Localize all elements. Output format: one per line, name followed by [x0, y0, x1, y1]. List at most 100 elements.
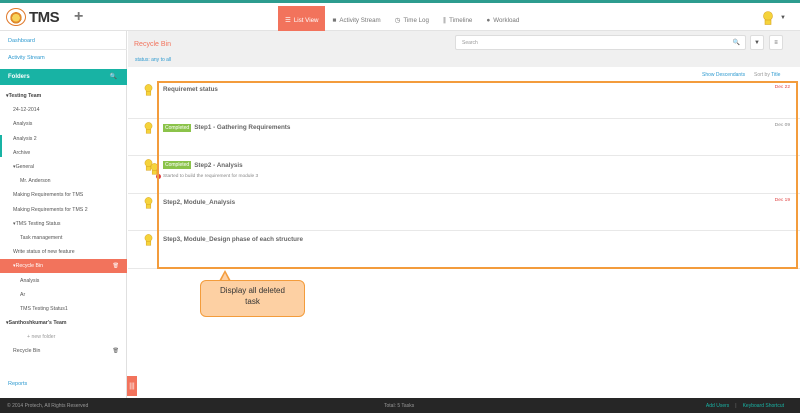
view-tabs: ☰ List View ■ Activity Stream ◷ Time Log ∥ Time… [278, 6, 526, 34]
sidebar-item-task-management[interactable]: Task management [0, 231, 127, 245]
status-filter[interactable]: status: any to all [135, 57, 171, 63]
search-input[interactable]: Search 🔍 [455, 35, 746, 50]
sidebar-item-write-status-of-new-feature[interactable]: Write status of new feature [0, 245, 127, 259]
main-header: Recycle Bin status: any to all Search 🔍 … [128, 31, 800, 67]
chat-icon: ■ [332, 16, 337, 24]
sidebar-item-label: Recycle Bin [13, 348, 41, 355]
sort-by-label: Sort by [754, 72, 770, 78]
keyboard-shortcut-link[interactable]: Keyboard Shortcut [743, 403, 784, 409]
user-icon: ● [486, 16, 491, 24]
tab-label: Time Log [403, 16, 429, 24]
callout-line-1: Display all deleted [220, 286, 285, 295]
logo-icon [6, 8, 26, 26]
sidebar-item-analysis[interactable]: Analysis [0, 117, 127, 131]
sidebar-item-label: 24-12-2014 [13, 107, 40, 114]
sidebar-dashboard-link[interactable]: Dashboard [8, 38, 35, 44]
callout-line-2: task [245, 297, 260, 306]
sidebar-item-santhoshkumar-s-team[interactable]: ▾ Santhoshkumar's Team [0, 316, 127, 330]
sidebar-item-label: Write status of new feature [13, 249, 75, 256]
tab-timeline[interactable]: ∥ Timeline [436, 6, 479, 34]
sidebar-item-making-requirements-for-tms[interactable]: Making Requirements for TMS [0, 188, 127, 202]
sidebar-item-label: TMS Testing Status1 [20, 305, 68, 312]
sidebar-item-label: Testing Team [8, 93, 42, 100]
sidebar-item-label: Analysis [20, 277, 40, 284]
sidebar-item-label: Archive [13, 149, 31, 156]
annotation-callout: Display all deleted task [200, 280, 305, 317]
app-name: TMS [29, 8, 60, 26]
annotation-highlight-box [157, 81, 798, 269]
top-bar: TMS + ☰ List View ■ Activity Stream ◷ Time Lo… [0, 3, 800, 34]
footer-links: Add Users | Keyboard Shortcut [705, 403, 784, 409]
total-tasks: Total: 5 Tasks [384, 403, 415, 409]
assignee-avatar-icon [144, 84, 153, 96]
search-icon[interactable]: 🔍 [733, 39, 740, 46]
sort-by-value[interactable]: Title [771, 72, 780, 78]
sidebar-item-making-requirements-for-tms-2[interactable]: Making Requirements for TMS 2 [0, 203, 127, 217]
sidebar-item-24-12-2014[interactable]: 24-12-2014 [0, 103, 127, 117]
app-logo[interactable]: TMS [6, 7, 60, 27]
sidebar-item-recycle-bin[interactable]: Recycle Bin 🗑 [0, 344, 127, 358]
sidebar-item-label: Analysis [13, 121, 33, 128]
sidebar-item-tms-testing-status[interactable]: ▾ TMS Testing Status [0, 217, 127, 231]
sidebar-item-label: Making Requirements for TMS [13, 192, 84, 199]
add-button[interactable]: + [74, 9, 83, 25]
status-filter-label: status: any [135, 57, 160, 63]
tab-label: Timeline [449, 16, 473, 24]
sidebar-item-label: Making Requirements for TMS 2 [13, 206, 88, 213]
folder-tree: ▾ Testing Team 24-12-2014 Analysis Analysis… [0, 89, 127, 359]
folders-label: Folders [8, 74, 30, 80]
trash-icon[interactable]: 🗑 [113, 263, 119, 269]
folders-header: Folders 🔍 [0, 69, 127, 85]
sidebar-item-tms-testing-status1[interactable]: TMS Testing Status1 [0, 302, 127, 316]
sidebar-item-label: Analysis 2 [13, 135, 37, 142]
tab-time-log[interactable]: ◷ Time Log [388, 6, 436, 34]
sidebar-activity-stream-link[interactable]: Activity Stream [8, 55, 45, 61]
sidebar-item-label: TMS Testing Status [15, 220, 61, 227]
sidebar-item-analysis-2[interactable]: Analysis 2 [0, 132, 127, 146]
tab-workload[interactable]: ● Workload [479, 6, 526, 34]
sidebar-item-label: Task management [20, 234, 63, 241]
assignee-avatar-icon [144, 234, 153, 246]
tab-label: Workload [493, 16, 520, 24]
tab-list-view[interactable]: ☰ List View [278, 6, 326, 34]
footer: © 2014 Protech, All Rights Reserved Tota… [0, 398, 800, 413]
sidebar-item-label: Santhoshkumar's Team [8, 320, 67, 327]
sidebar-item-testing-team[interactable]: ▾ Testing Team [0, 89, 127, 103]
assignee-avatar-icon [144, 121, 153, 134]
divider [0, 49, 127, 50]
sidebar-item--new-folder[interactable]: + new folder [0, 330, 127, 344]
copyright: © 2014 Protech, All Rights Reserved [7, 403, 89, 409]
sidebar-item-label: Recycle Bin [15, 263, 43, 270]
sidebar-item-general[interactable]: ▾ General [0, 160, 127, 174]
sidebar-item-label: + new folder [27, 334, 56, 341]
sidebar: Dashboard Activity Stream Folders 🔍 ▾ Te… [0, 31, 127, 398]
sidebar-reports-link[interactable]: Reports [8, 381, 27, 387]
tab-label: Activity Stream [339, 16, 381, 24]
sidebar-item-analysis[interactable]: Analysis [0, 273, 127, 287]
tab-label: List View [293, 16, 319, 24]
assignee-avatar-icon [144, 196, 153, 209]
sidebar-item-recycle-bin[interactable]: ▾ Recycle Bin 🗑 [0, 259, 127, 274]
sidebar-item-label: Ar [20, 291, 26, 298]
status-filter-value[interactable]: to all [161, 57, 172, 63]
tab-activity-stream[interactable]: ■ Activity Stream [325, 6, 387, 34]
list-icon: ☰ [285, 17, 291, 24]
folder-search-icon[interactable]: 🔍 [110, 73, 117, 80]
user-avatar-icon[interactable] [762, 11, 774, 25]
sidebar-item-label: General [15, 164, 35, 171]
user-menu-caret-icon[interactable]: ▼ [780, 15, 786, 21]
search-placeholder: Search [462, 40, 478, 46]
filter-button[interactable]: ▼ [750, 35, 764, 50]
sidebar-item-ar[interactable]: Ar [0, 288, 127, 302]
sort-by[interactable]: Sort by Title [754, 72, 780, 78]
sidebar-item-archive[interactable]: Archive [0, 146, 127, 160]
add-users-link[interactable]: Add Users [706, 403, 729, 409]
trash-icon[interactable]: 🗑 [113, 348, 119, 354]
filter-icon: ▼ [754, 39, 760, 46]
show-descendants-link[interactable]: Show Descendants [702, 72, 745, 78]
sidebar-item-mr-anderson[interactable]: Mr. Anderson [0, 174, 127, 188]
clock-icon: ◷ [394, 17, 401, 24]
sidebar-item-label: Mr. Anderson [20, 178, 51, 185]
menu-icon: ≡ [774, 39, 778, 46]
menu-button[interactable]: ≡ [769, 35, 783, 50]
